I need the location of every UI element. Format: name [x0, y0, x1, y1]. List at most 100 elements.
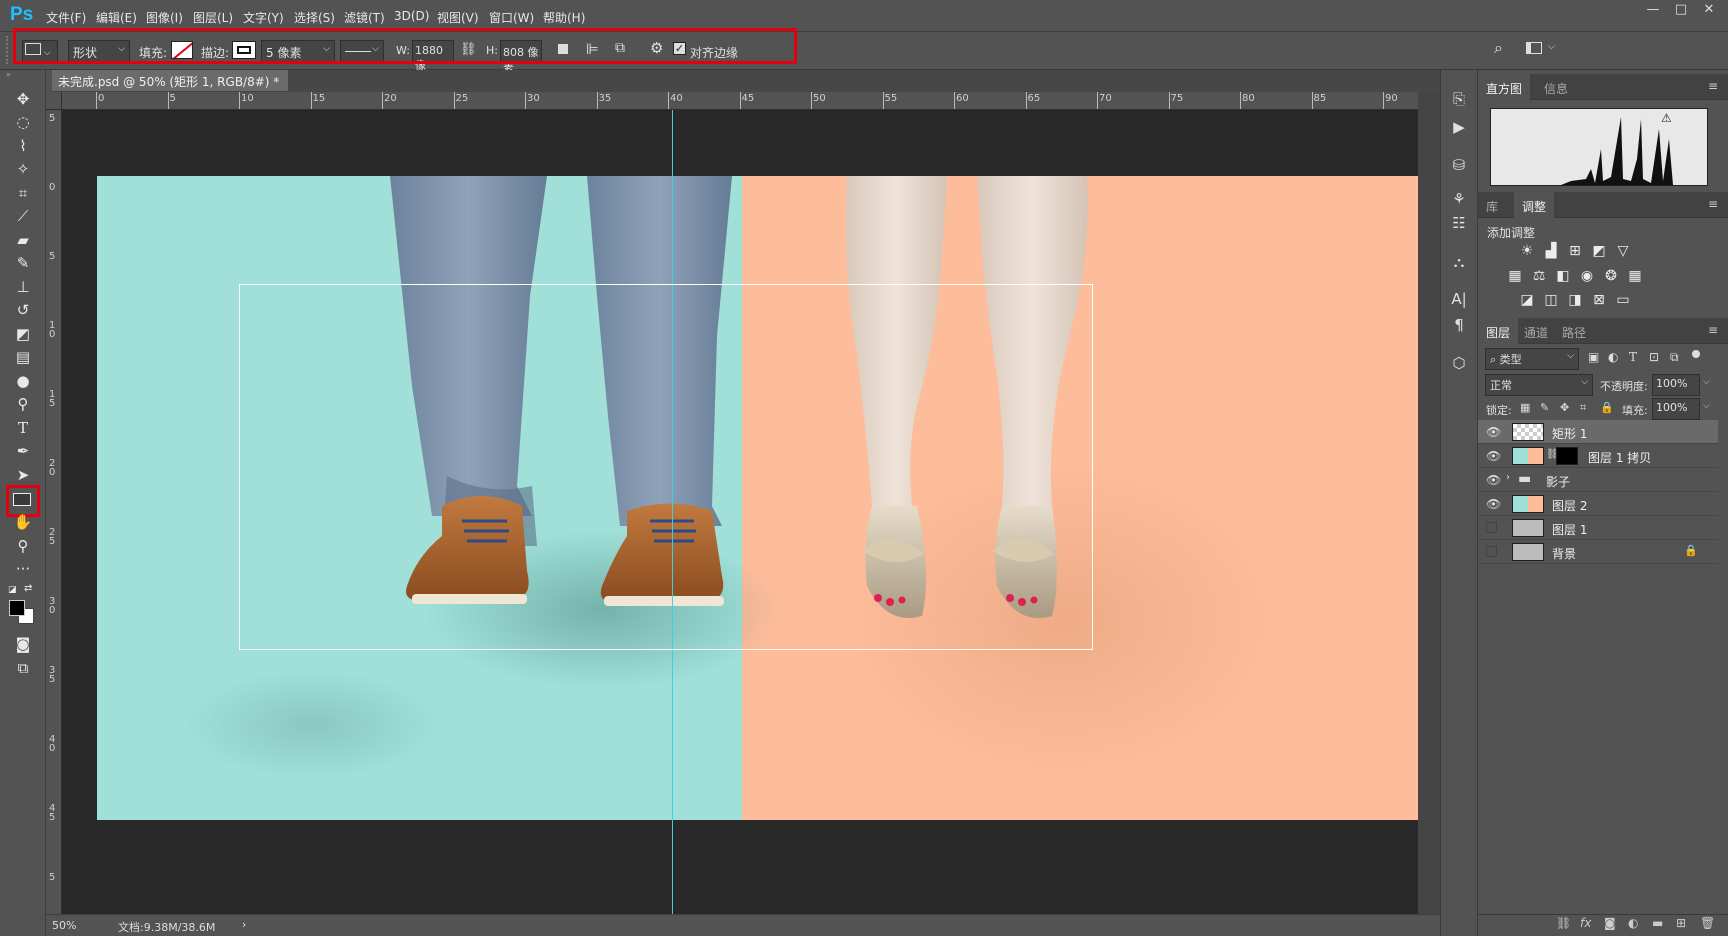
blur-icon[interactable]: ● [10, 370, 36, 392]
menu-image[interactable]: 图像(I) [146, 9, 183, 26]
rectangle-shape[interactable] [239, 284, 1093, 650]
layer-filter-select[interactable]: ⌕ 类型 ⌵ [1485, 348, 1579, 370]
menu-filter[interactable]: 滤镜(T) [344, 9, 385, 26]
gear-icon[interactable]: ⚙ [650, 39, 663, 57]
fill-input[interactable]: 100% [1652, 398, 1700, 420]
eye-icon[interactable]: 👁 [1486, 425, 1501, 439]
tool-preset-picker[interactable]: ⌵ [22, 40, 58, 62]
filter-smart-object-icon[interactable]: ⧉ [1670, 350, 1679, 365]
lock-image-icon[interactable]: ✎ [1540, 401, 1549, 414]
close-window-button[interactable]: ✕ [1696, 2, 1722, 20]
chevron-right-icon[interactable]: › [1506, 472, 1510, 483]
blend-mode-select[interactable]: 正常 ⌵ [1485, 374, 1593, 396]
eraser-icon[interactable]: ◩ [10, 323, 36, 345]
quick-select-icon[interactable]: ⌇ [10, 135, 36, 157]
lock-artboard-icon[interactable]: ⌗ [1580, 401, 1586, 415]
visibility-off-box[interactable] [1486, 522, 1497, 533]
actions-play-icon[interactable]: ▶ [1448, 118, 1470, 140]
vertical-ruler[interactable]: 5 0 5 1 0 1 5 2 0 2 5 3 0 3 5 4 0 4 5 5 [46, 110, 62, 914]
magic-wand-icon[interactable]: ✧ [10, 158, 36, 180]
menu-layer[interactable]: 图层(L) [193, 9, 233, 26]
layer-row-layer-2[interactable]: 👁 图层 2 [1478, 492, 1718, 516]
filter-toggle-icon[interactable] [1692, 350, 1700, 358]
adjustments-menu-icon[interactable]: ≡ [1708, 197, 1718, 211]
new-layer-icon[interactable]: ⊞ [1676, 916, 1686, 930]
opacity-dropdown-icon[interactable]: ⌵ [1703, 377, 1710, 387]
black-white-icon[interactable]: ◧ [1554, 268, 1572, 286]
stroke-type-select[interactable]: ⌵ [340, 40, 384, 62]
zoom-level[interactable]: 50% [52, 919, 76, 932]
type-icon[interactable]: T [10, 417, 36, 439]
healing-icon[interactable]: ▰ [10, 229, 36, 251]
layer-row-shadow-group[interactable]: 👁 › ▬ 影子 [1478, 468, 1718, 492]
eye-icon[interactable]: 👁 [1486, 449, 1501, 463]
menu-type[interactable]: 文字(Y) [243, 9, 284, 26]
brush-icon[interactable]: ✎ [10, 252, 36, 274]
vertical-scrollbar[interactable] [1418, 92, 1440, 914]
status-menu-arrow-icon[interactable]: › [242, 918, 246, 931]
menu-file[interactable]: 文件(F) [46, 9, 86, 26]
ruler-origin[interactable] [46, 92, 62, 110]
brightness-icon[interactable]: ☀ [1518, 243, 1536, 261]
stroke-width-input[interactable]: 5 像素 ⌵ [261, 40, 335, 62]
layer-row-rectangle-1[interactable]: 👁 矩形 1 [1478, 420, 1718, 444]
layer-row-background[interactable]: 背景 🔒 [1478, 540, 1718, 564]
clone-source-icon[interactable]: ⛬ [1448, 253, 1470, 275]
menu-3d[interactable]: 3D(D) [394, 9, 429, 23]
menu-help[interactable]: 帮助(H) [543, 9, 585, 26]
add-mask-icon[interactable]: ◙ [1604, 916, 1616, 930]
stroke-swatch[interactable] [232, 41, 256, 59]
lock-transparent-icon[interactable]: ▦ [1520, 401, 1530, 414]
brush-settings-icon[interactable]: ⚘ [1448, 190, 1470, 212]
photo-filter-icon[interactable]: ◉ [1578, 268, 1596, 286]
shape-mode-select[interactable]: 形状 ⌵ [68, 40, 130, 62]
document-tab[interactable]: 未完成.psd @ 50% (矩形 1, RGB/8#) * × [52, 70, 288, 104]
histogram-menu-icon[interactable]: ≡ [1708, 79, 1718, 93]
options-grip[interactable] [6, 36, 10, 64]
move-icon[interactable]: ✥ [10, 88, 36, 110]
path-operations-icon[interactable] [558, 44, 568, 54]
zoom-icon[interactable]: ⚲ [10, 535, 36, 557]
swap-colors-icon[interactable]: ⇄ [24, 583, 32, 594]
3d-cube-icon[interactable]: ⬡ [1448, 354, 1470, 376]
posterize-icon[interactable]: ◫ [1542, 292, 1560, 310]
width-input[interactable]: 1880 像 [412, 40, 454, 72]
more-icon[interactable]: ··· [10, 558, 36, 580]
filter-pixel-icon[interactable]: ▣ [1588, 350, 1599, 364]
new-adjustment-icon[interactable]: ◐ [1628, 916, 1638, 930]
filter-shape-icon[interactable]: ⊡ [1649, 350, 1659, 364]
3d-layers-icon[interactable]: ⛁ [1448, 156, 1470, 178]
canvas-area[interactable] [62, 110, 1448, 914]
maximize-button[interactable]: □ [1668, 2, 1694, 20]
channel-mixer-icon[interactable]: ❂ [1602, 268, 1620, 286]
tab-histogram[interactable]: 直方图 [1478, 74, 1531, 103]
stamp-icon[interactable]: ⊥ [10, 276, 36, 298]
layers-menu-icon[interactable]: ≡ [1708, 323, 1718, 337]
eye-icon[interactable]: 👁 [1486, 473, 1501, 487]
lasso-ellipse-icon[interactable]: ◌ [10, 111, 36, 133]
crop-icon[interactable]: ⌗ [10, 182, 36, 204]
threshold-icon[interactable]: ◨ [1566, 292, 1584, 310]
color-balance-icon[interactable]: ⚖ [1530, 268, 1548, 286]
search-icon[interactable]: ⌕ [1494, 38, 1503, 58]
menu-select[interactable]: 选择(S) [294, 9, 335, 26]
dodge-icon[interactable]: ⚲ [10, 393, 36, 415]
paragraph-icon[interactable]: ¶ [1448, 316, 1470, 338]
exposure-icon[interactable]: ◩ [1590, 243, 1608, 261]
hand-icon[interactable]: ✋ [10, 511, 36, 533]
menu-view[interactable]: 视图(V) [437, 9, 479, 26]
selective-color-icon[interactable]: ⊠ [1590, 292, 1608, 310]
panel-collapse-icon[interactable]: » [6, 70, 11, 79]
vibrance-icon[interactable]: ▽ [1614, 243, 1632, 261]
path-select-icon[interactable]: ➤ [10, 464, 36, 486]
new-group-icon[interactable]: ▬ [1652, 916, 1663, 930]
path-alignment-icon[interactable]: ⊫ [586, 40, 599, 58]
levels-icon[interactable]: ▟ [1542, 243, 1560, 261]
eye-icon[interactable]: 👁 [1486, 497, 1501, 511]
eyedropper-icon[interactable]: ⟋ [10, 205, 36, 227]
filter-type-icon[interactable]: T [1629, 350, 1637, 364]
character-icon[interactable]: A| [1448, 290, 1470, 312]
path-arrangement-icon[interactable]: ⧉ [615, 40, 625, 56]
gradient-map-icon[interactable]: ▭ [1614, 292, 1632, 310]
align-edges-checkbox[interactable]: ✓ [673, 42, 686, 55]
